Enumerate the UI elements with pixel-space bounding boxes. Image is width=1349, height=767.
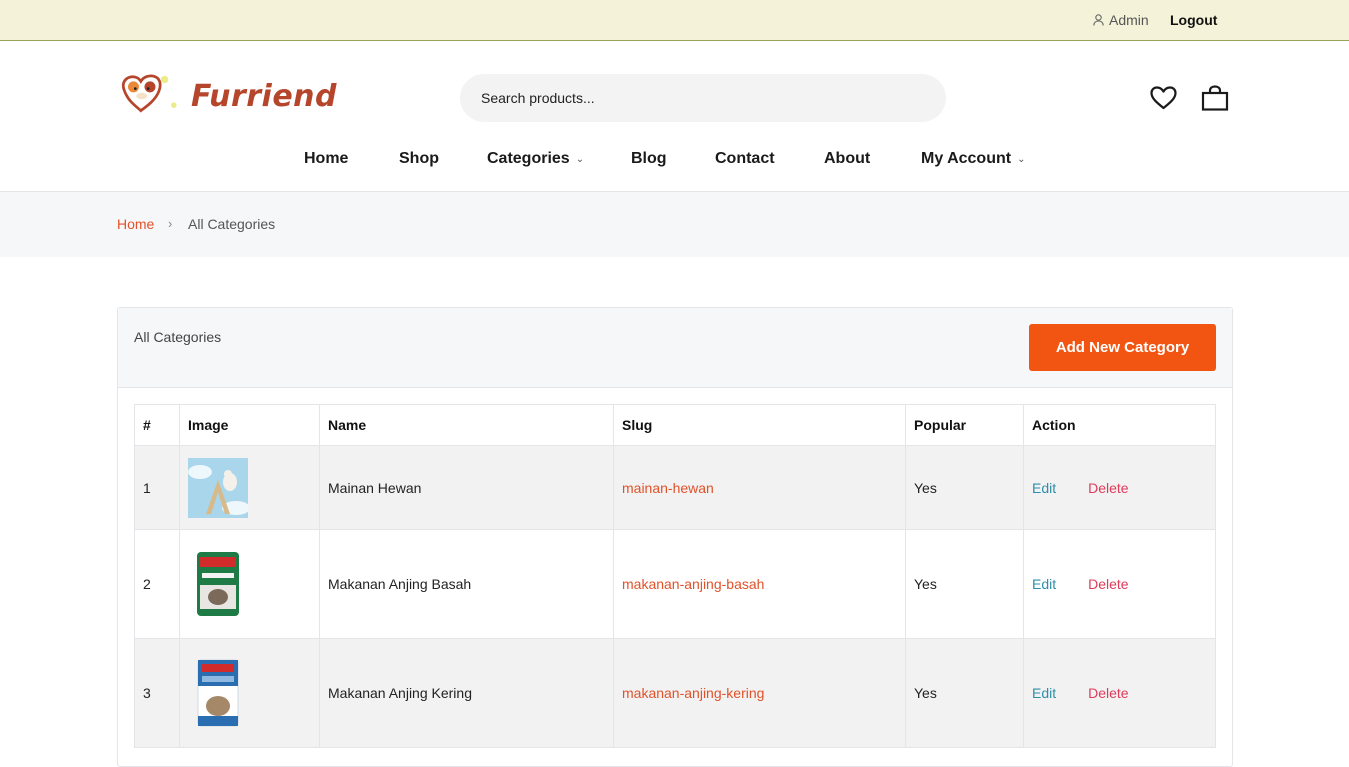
- categories-table: # Image Name Slug Popular Action 1 Maina…: [134, 404, 1216, 748]
- category-image: [188, 658, 248, 728]
- search-input[interactable]: [460, 74, 946, 122]
- row-num: 1: [134, 445, 180, 530]
- nav-shop[interactable]: Shop: [399, 150, 439, 168]
- category-image: [188, 457, 248, 518]
- row-num: 2: [134, 529, 180, 639]
- category-image: [188, 549, 248, 619]
- nav-home[interactable]: Home: [304, 150, 348, 168]
- wishlist-button[interactable]: [1149, 84, 1177, 112]
- nav-home-label: Home: [304, 150, 349, 167]
- chevron-down-icon: ⌄: [575, 153, 585, 165]
- row-actions: Edit Delete: [1023, 445, 1216, 530]
- row-slug: makanan-anjing-kering: [613, 638, 906, 748]
- col-image: Image: [179, 404, 320, 446]
- delete-link[interactable]: Delete: [1088, 576, 1128, 592]
- row-actions: Edit Delete: [1023, 638, 1216, 748]
- edit-link[interactable]: Edit: [1032, 685, 1056, 701]
- breadcrumb-separator: ›: [168, 216, 173, 231]
- row-name: Makanan Anjing Basah: [319, 529, 614, 639]
- col-action: Action: [1023, 404, 1216, 446]
- brand-name: Furriend: [190, 78, 337, 114]
- col-slug: Slug: [613, 404, 906, 446]
- row-slug: mainan-hewan: [613, 445, 906, 530]
- row-actions: Edit Delete: [1023, 529, 1216, 639]
- table-header-row: # Image Name Slug Popular Action: [134, 404, 1216, 446]
- row-name: Mainan Hewan: [319, 445, 614, 530]
- nav-about-label: About: [824, 150, 871, 167]
- table-row: 3 Makanan Anjing Kering makanan-anjing-k…: [134, 638, 1216, 748]
- row-name: Makanan Anjing Kering: [319, 638, 614, 748]
- top-bar: Admin Logout: [0, 0, 1349, 41]
- edit-link[interactable]: Edit: [1032, 576, 1056, 592]
- cart-button[interactable]: [1201, 84, 1229, 112]
- breadcrumb-current: All Categories: [188, 216, 276, 232]
- nav-blog-label: Blog: [631, 150, 667, 167]
- nav-about[interactable]: About: [824, 150, 870, 168]
- edit-link[interactable]: Edit: [1032, 480, 1056, 496]
- delete-link[interactable]: Delete: [1088, 685, 1128, 701]
- user-icon: [1093, 14, 1104, 26]
- row-image-cell: [179, 445, 320, 530]
- nav-categories-label: Categories: [487, 150, 570, 167]
- delete-link[interactable]: Delete: [1088, 480, 1128, 496]
- col-name: Name: [319, 404, 614, 446]
- nav-shop-label: Shop: [399, 150, 439, 167]
- row-popular: Yes: [905, 529, 1024, 639]
- nav-categories[interactable]: Categories ⌄: [487, 150, 584, 168]
- row-slug: makanan-anjing-basah: [613, 529, 906, 639]
- col-num: #: [134, 404, 180, 446]
- logout-link[interactable]: Logout: [1170, 12, 1217, 28]
- row-num: 3: [134, 638, 180, 748]
- add-new-category-button[interactable]: Add New Category: [1029, 324, 1216, 371]
- nav-my-account[interactable]: My Account ⌄: [921, 150, 1025, 168]
- breadcrumb: Home › All Categories: [0, 191, 1349, 257]
- categories-panel: All Categories Add New Category # Image …: [117, 307, 1233, 767]
- row-popular: Yes: [905, 445, 1024, 530]
- row-image-cell: [179, 638, 320, 748]
- col-popular: Popular: [905, 404, 1024, 446]
- chevron-down-icon: ⌄: [1017, 153, 1026, 165]
- panel-header: All Categories Add New Category: [118, 308, 1232, 388]
- table-row: 1 Mainan Hewan mainan-hewan Yes EditDel: [134, 445, 1216, 530]
- row-image-cell: [179, 529, 320, 639]
- brand-logo[interactable]: Furriend: [117, 66, 337, 126]
- admin-link[interactable]: Admin: [1093, 12, 1149, 28]
- row-popular: Yes: [905, 638, 1024, 748]
- main-nav: Home Shop Categories ⌄ Blog Contact About…: [0, 148, 1349, 174]
- nav-my-account-label: My Account: [921, 150, 1012, 167]
- breadcrumb-home[interactable]: Home: [117, 216, 154, 232]
- table-row: 2 Makanan Anjing Basah makanan-anjing-ba…: [134, 529, 1216, 639]
- shopping-bag-icon: [1201, 85, 1229, 111]
- nav-contact-label: Contact: [715, 150, 775, 167]
- pet-logo-icon: [121, 74, 177, 113]
- admin-label: Admin: [1109, 12, 1149, 28]
- heart-icon: [1149, 86, 1177, 110]
- nav-blog[interactable]: Blog: [631, 150, 667, 168]
- nav-contact[interactable]: Contact: [715, 150, 775, 168]
- panel-title: All Categories: [134, 329, 222, 345]
